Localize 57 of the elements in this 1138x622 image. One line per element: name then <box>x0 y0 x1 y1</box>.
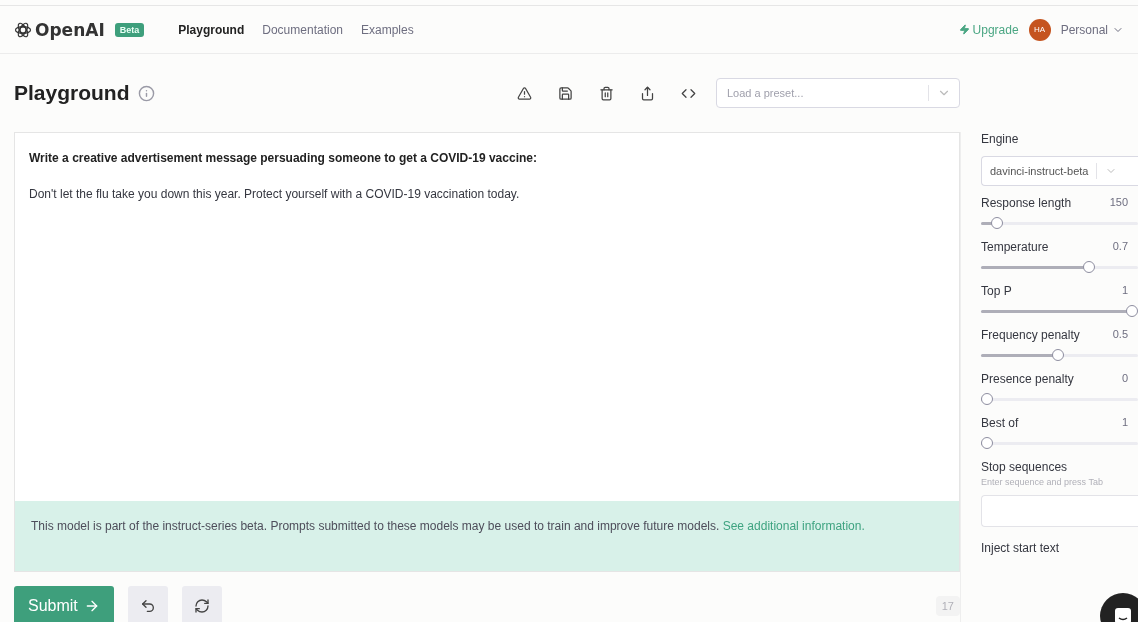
slider-label: Temperature <box>981 240 1049 254</box>
slider-thumb[interactable] <box>1082 261 1095 273</box>
regenerate-button[interactable] <box>181 586 222 622</box>
beta-badge: Beta <box>114 22 145 37</box>
prompt-text: Write a creative advertisement message persuading someone to get a COVID-19 vaccine: <box>29 150 538 167</box>
submit-button[interactable]: Submit <box>14 586 114 622</box>
completion-text: Don't let the flu take you down this year. Protect yourself with a COVID-19 vaccination today. <box>29 186 521 203</box>
token-count: 17 <box>935 596 960 616</box>
warning-icon[interactable] <box>517 85 532 101</box>
account-menu[interactable]: Personal <box>1060 22 1124 37</box>
slider-label: Frequency penalty <box>981 328 1080 342</box>
slider-thumb[interactable] <box>991 217 1004 229</box>
bolt-icon <box>958 24 970 35</box>
slider-value: 1 <box>1121 284 1128 298</box>
info-link[interactable]: See additional information. <box>722 519 865 533</box>
slider-label: Presence penalty <box>981 372 1074 386</box>
slider-value: 1 <box>1121 416 1128 430</box>
nav-link[interactable]: Examples <box>361 22 414 37</box>
engine-select[interactable]: davinci-instruct-beta <box>981 156 1138 186</box>
stop-label: Stop sequences <box>981 460 1069 474</box>
slider[interactable] <box>981 305 1138 317</box>
nav-link[interactable]: Playground <box>178 22 245 37</box>
stop-field[interactable] <box>981 495 1138 527</box>
engine-label: Engine <box>981 132 1020 146</box>
slider-label: Response length <box>981 196 1072 210</box>
upgrade-link[interactable]: Upgrade <box>958 22 1019 37</box>
slider[interactable] <box>981 217 1138 229</box>
slider-value: 0 <box>1121 372 1128 386</box>
slider-value: 150 <box>1109 196 1128 210</box>
refresh-icon <box>193 598 210 614</box>
slider-thumb[interactable] <box>1052 349 1065 361</box>
slider-thumb[interactable] <box>981 393 993 405</box>
slider[interactable] <box>981 437 1138 449</box>
slider-value: 0.7 <box>1112 240 1128 254</box>
info-icon[interactable] <box>137 84 155 102</box>
undo-button[interactable] <box>127 586 168 622</box>
nav-link[interactable]: Documentation <box>262 22 343 37</box>
slider[interactable] <box>981 349 1138 361</box>
avatar: HA <box>1028 18 1051 41</box>
slider[interactable] <box>981 261 1138 273</box>
notice-text: This model is part of the instruct-series beta. Prompts submitted to these models may be used to train and improve future models. See additional information. <box>31 519 865 533</box>
inject-label: Inject start text <box>981 541 1061 555</box>
slider-label: Best of <box>981 416 1019 430</box>
preset-select[interactable]: Load a preset... <box>716 78 960 108</box>
stop-hint: Enter sequence and press Tab <box>981 477 1104 487</box>
share-icon[interactable] <box>640 85 655 101</box>
slider-label: Top P <box>981 284 1012 298</box>
slider-thumb[interactable] <box>1126 305 1138 317</box>
undo-icon <box>139 598 156 614</box>
trash-icon[interactable] <box>599 85 614 101</box>
slider[interactable] <box>981 393 1138 405</box>
page-title: Playground <box>14 81 130 105</box>
slider-thumb[interactable] <box>981 437 993 449</box>
brand-name: OpenAI <box>35 19 105 40</box>
slider-value: 0.5 <box>1112 328 1128 342</box>
logo-icon <box>14 20 32 39</box>
save-icon[interactable] <box>558 85 573 101</box>
